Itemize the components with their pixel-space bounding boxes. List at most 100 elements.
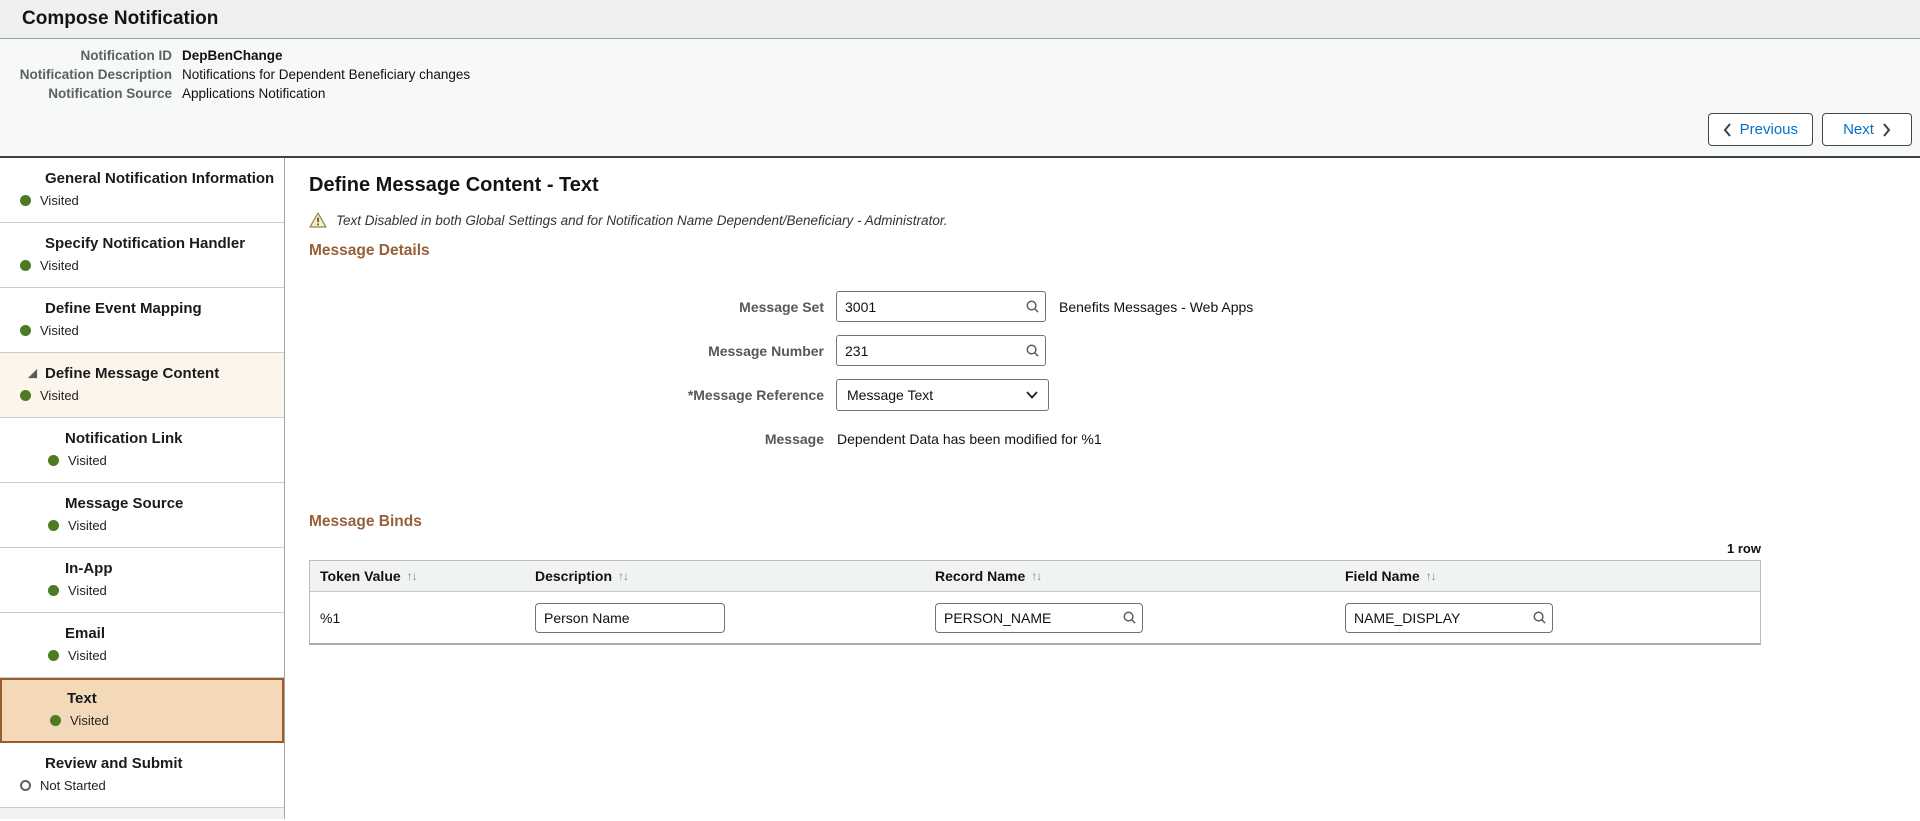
- message-set-input[interactable]: [836, 291, 1046, 322]
- step-label: General Notification Information: [45, 170, 275, 187]
- message-number-input[interactable]: [836, 335, 1046, 366]
- sidebar-item-review-and-submit[interactable]: Review and Submit Not Started: [0, 743, 284, 808]
- notification-id-label: Notification ID: [80, 48, 173, 63]
- title-band: Compose Notification: [0, 0, 1920, 39]
- notification-source-value: Applications Notification: [182, 86, 326, 101]
- header-row-notification-id: Notification ID DepBenChange: [0, 46, 1920, 65]
- step-status: Visited: [0, 453, 284, 468]
- section-header-message-details: Message Details: [309, 242, 430, 259]
- message-details-form: Message Set Benefits Messages - Web Apps…: [309, 291, 1920, 447]
- message-reference-label: *Message Reference: [687, 387, 824, 403]
- step-status-text: Visited: [68, 583, 107, 598]
- message-set-field-wrap: [836, 291, 1046, 322]
- step-status: Visited: [0, 193, 284, 208]
- section-header-message-binds: Message Binds: [309, 513, 422, 530]
- table-header-row: Token Value ↑↓ Description ↑↓ Record Nam…: [310, 561, 1760, 592]
- notification-description-value: Notifications for Dependent Beneficiary …: [182, 67, 471, 82]
- status-dot-visited: [20, 325, 31, 336]
- sidebar-item-define-event-mapping[interactable]: Define Event Mapping Visited: [0, 288, 284, 353]
- sidebar-item-message-source[interactable]: Message Source Visited: [0, 483, 284, 548]
- step-label: Text: [67, 690, 97, 707]
- column-header-token-value[interactable]: Token Value ↑↓: [310, 568, 525, 584]
- status-dot-visited: [20, 260, 31, 271]
- search-icon[interactable]: [1025, 299, 1040, 319]
- step-status: Visited: [0, 388, 284, 403]
- search-icon[interactable]: [1122, 610, 1137, 628]
- record-name-field-wrap: [935, 602, 1143, 633]
- status-dot-visited: [50, 715, 61, 726]
- step-status-text: Visited: [68, 453, 107, 468]
- column-header-record-name[interactable]: Record Name ↑↓: [925, 568, 1335, 584]
- step-status-text: Visited: [40, 388, 79, 403]
- record-name-input[interactable]: [935, 602, 1143, 633]
- search-icon[interactable]: [1532, 610, 1547, 628]
- row-count: 1 row: [1727, 541, 1761, 556]
- message-number-label: Message Number: [708, 342, 824, 359]
- column-label: Record Name: [935, 568, 1026, 584]
- page-title: Compose Notification: [22, 8, 219, 29]
- step-status: Visited: [0, 518, 284, 533]
- sort-arrows-icon[interactable]: ↑↓: [407, 569, 418, 583]
- chevron-down-icon: [1026, 391, 1038, 399]
- sort-arrows-icon[interactable]: ↑↓: [1426, 569, 1437, 583]
- sidebar-item-specify-notification-handler[interactable]: Specify Notification Handler Visited: [0, 223, 284, 288]
- warning-message-row: Text Disabled in both Global Settings an…: [309, 212, 1920, 228]
- message-set-description: Benefits Messages - Web Apps: [1059, 298, 1254, 315]
- previous-button[interactable]: Previous: [1707, 113, 1813, 146]
- sidebar-item-define-message-content[interactable]: Define Message Content Visited: [0, 353, 284, 418]
- step-label: Specify Notification Handler: [45, 235, 246, 252]
- description-field-wrap: [535, 602, 725, 633]
- status-dot-visited: [20, 390, 31, 401]
- step-label: Notification Link: [65, 430, 183, 447]
- step-status: Visited: [0, 583, 284, 598]
- column-header-description[interactable]: Description ↑↓: [525, 568, 925, 584]
- sidebar-item-in-app[interactable]: In-App Visited: [0, 548, 284, 613]
- column-label: Field Name: [1345, 568, 1420, 584]
- step-status: Visited: [2, 713, 282, 728]
- search-icon[interactable]: [1025, 343, 1040, 363]
- message-reference-select[interactable]: Message Text: [836, 379, 1049, 411]
- sort-arrows-icon[interactable]: ↑↓: [618, 569, 629, 583]
- step-status: Visited: [0, 648, 284, 663]
- message-binds-section: Message Binds 1 row Token Value ↑↓ Descr…: [309, 513, 1920, 645]
- notification-source-label: Notification Source: [48, 86, 172, 101]
- chevron-right-icon: [1882, 122, 1891, 137]
- column-header-field-name[interactable]: Field Name ↑↓: [1335, 568, 1760, 584]
- sidebar-item-text[interactable]: Text Visited: [0, 678, 284, 743]
- next-button[interactable]: Next: [1822, 113, 1912, 146]
- step-status-text: Not Started: [40, 778, 106, 793]
- step-status-text: Visited: [68, 648, 107, 663]
- message-reference-selected-value: Message Text: [847, 387, 934, 403]
- sidebar-item-notification-link[interactable]: Notification Link Visited: [0, 418, 284, 483]
- expanded-triangle-icon[interactable]: [27, 368, 38, 379]
- message-number-row: Message Number: [309, 335, 1920, 366]
- step-label: Define Event Mapping: [45, 300, 202, 317]
- sidebar-filler: [0, 808, 284, 819]
- description-input[interactable]: [535, 602, 725, 633]
- notification-id-value: DepBenChange: [182, 48, 283, 63]
- step-status-text: Visited: [40, 258, 79, 273]
- content-area: General Notification Information Visited…: [0, 158, 1920, 819]
- step-page-title: Define Message Content - Text: [309, 174, 599, 196]
- message-number-field-wrap: [836, 335, 1046, 366]
- sidebar-item-email[interactable]: Email Visited: [0, 613, 284, 678]
- status-dot-visited: [48, 455, 59, 466]
- field-name-field-wrap: [1345, 602, 1553, 633]
- field-name-cell: [1335, 602, 1760, 633]
- notification-description-label: Notification Description: [19, 67, 172, 82]
- status-dot-not-started: [20, 780, 31, 791]
- wizard-nav-buttons: Previous Next: [1707, 113, 1912, 146]
- field-name-input[interactable]: [1345, 602, 1553, 633]
- step-label: Review and Submit: [45, 755, 183, 772]
- message-row: Message Dependent Data has been modified…: [309, 431, 1920, 447]
- token-value-cell: %1: [320, 609, 341, 626]
- message-binds-table: Token Value ↑↓ Description ↑↓ Record Nam…: [309, 560, 1761, 645]
- message-label: Message: [764, 431, 824, 447]
- status-dot-visited: [20, 195, 31, 206]
- next-button-label: Next: [1843, 121, 1874, 138]
- record-name-cell: [925, 602, 1335, 633]
- sidebar-item-general-notification-information[interactable]: General Notification Information Visited: [0, 158, 284, 223]
- sort-arrows-icon[interactable]: ↑↓: [1031, 569, 1042, 583]
- warning-text: Text Disabled in both Global Settings an…: [336, 212, 948, 228]
- step-status: Not Started: [0, 778, 284, 793]
